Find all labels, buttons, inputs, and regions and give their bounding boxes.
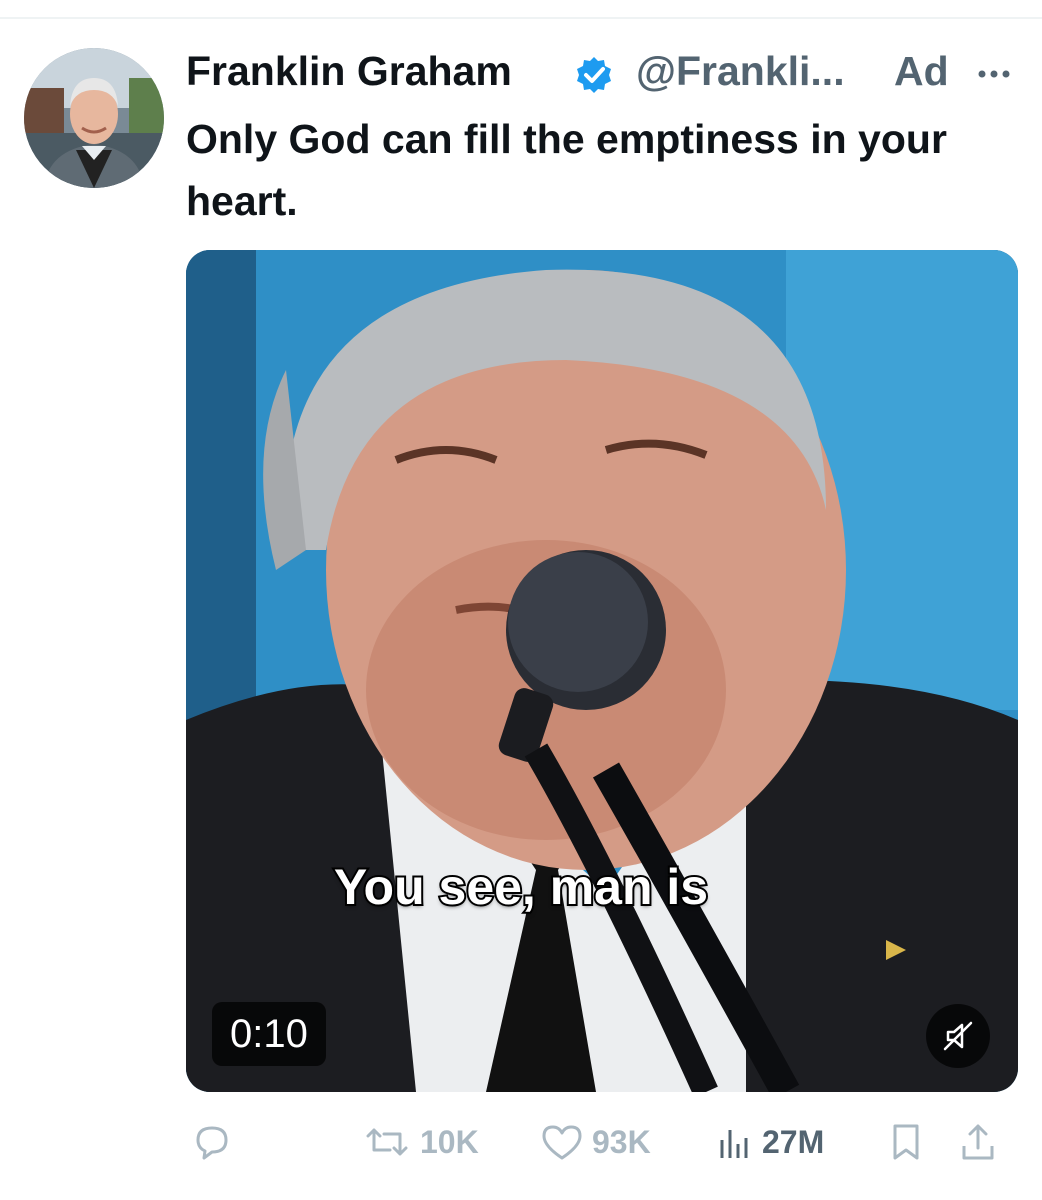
action-bar: 10K 93K 27M <box>0 1112 1042 1172</box>
bookmark-icon <box>893 1124 919 1160</box>
heart-icon <box>542 1125 582 1160</box>
video-duration: 0:10 <box>212 1002 326 1066</box>
bookmark-button[interactable] <box>886 1112 926 1172</box>
tweet-text: Only God can fill the emptiness in your … <box>186 116 947 224</box>
retweet-icon <box>366 1128 408 1156</box>
more-icon[interactable] <box>972 52 1016 96</box>
author-handle[interactable]: @Frankli... <box>636 48 845 95</box>
top-divider <box>0 17 1042 19</box>
reply-button[interactable] <box>190 1112 240 1172</box>
views-count: 27M <box>762 1123 825 1160</box>
avatar[interactable] <box>24 48 164 188</box>
views-button[interactable]: 27M <box>712 1112 824 1172</box>
reply-icon <box>196 1126 228 1160</box>
mute-button[interactable] <box>926 1004 990 1068</box>
like-count: 93K <box>592 1123 651 1160</box>
retweet-button[interactable]: 10K <box>360 1112 479 1172</box>
retweet-count: 10K <box>420 1123 479 1160</box>
tweet-header: Franklin Graham @Frankli... Ad <box>186 44 1026 104</box>
verified-badge-icon <box>574 55 614 95</box>
video-frame <box>186 250 1018 1092</box>
video-caption: You see, man is <box>332 857 710 917</box>
views-icon <box>720 1130 748 1158</box>
video-player[interactable]: 0:10 <box>186 250 1018 1092</box>
share-icon <box>962 1124 994 1160</box>
like-button[interactable]: 93K <box>538 1112 651 1172</box>
mute-icon <box>943 1021 973 1051</box>
share-button[interactable] <box>956 1112 1000 1172</box>
author-display-name[interactable]: Franklin Graham <box>186 48 512 95</box>
ad-label: Ad <box>894 48 949 94</box>
